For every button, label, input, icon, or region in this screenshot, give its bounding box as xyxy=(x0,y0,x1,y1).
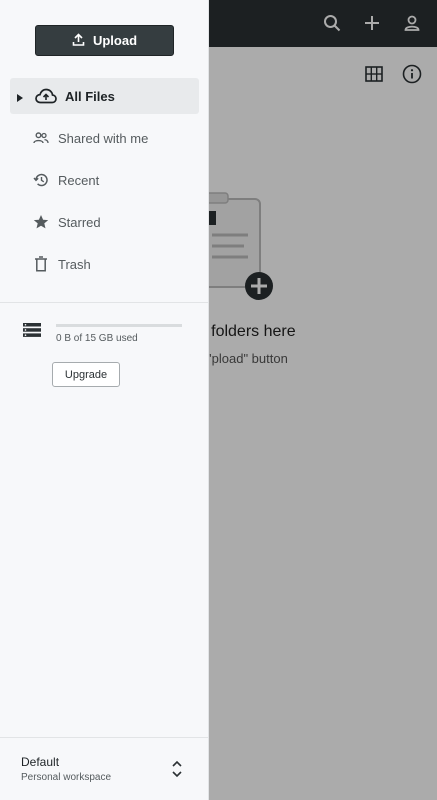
nav-item-trash[interactable]: Trash xyxy=(10,246,199,282)
trash-icon xyxy=(32,255,50,273)
nav-item-label: Trash xyxy=(58,256,91,272)
navigation-drawer: Upload All Files Shared with me Recent S… xyxy=(0,0,209,800)
nav-item-label: Recent xyxy=(58,172,100,188)
workspace-name: Default xyxy=(21,755,60,769)
nav-item-label: All Files xyxy=(65,88,115,104)
cloud-upload-icon xyxy=(35,87,57,105)
drawer-divider xyxy=(0,302,209,303)
workspace-switcher[interactable]: Default Personal workspace xyxy=(0,737,209,800)
star-icon xyxy=(32,213,50,231)
chevron-up-down-icon[interactable] xyxy=(170,757,184,781)
storage-icon xyxy=(22,322,42,338)
upload-button[interactable]: Upload xyxy=(35,25,174,56)
nav-item-starred[interactable]: Starred xyxy=(10,204,199,240)
upload-icon xyxy=(72,32,85,49)
nav-item-recent[interactable]: Recent xyxy=(10,162,199,198)
upload-button-label: Upload xyxy=(92,33,138,48)
upgrade-button[interactable]: Upgrade xyxy=(52,362,120,387)
nav-item-all-files[interactable]: All Files xyxy=(10,78,199,114)
expand-caret-icon[interactable] xyxy=(16,91,24,102)
history-icon xyxy=(32,171,50,189)
drawer-nav: All Files Shared with me Recent Starred xyxy=(0,78,209,288)
people-icon xyxy=(32,129,50,147)
nav-item-label: Starred xyxy=(58,214,101,230)
workspace-description: Personal workspace xyxy=(21,772,112,783)
nav-item-label: Shared with me xyxy=(58,130,149,146)
storage-usage-text: 0 B of 15 GB used xyxy=(56,333,138,344)
nav-item-shared-with-me[interactable]: Shared with me xyxy=(10,120,199,156)
storage-usage-bar xyxy=(56,324,182,327)
